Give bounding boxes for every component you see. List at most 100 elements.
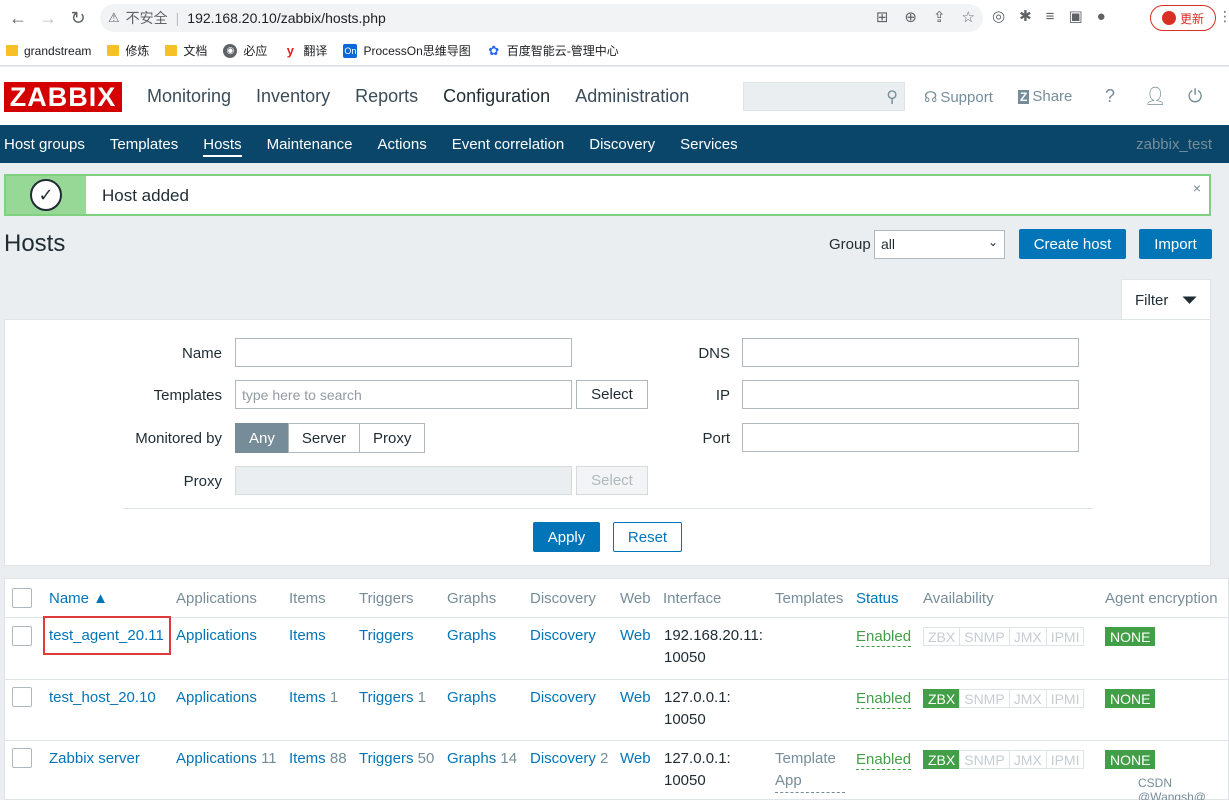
jmx-badge: JMX: [1008, 750, 1047, 769]
discovery-link[interactable]: Discovery: [530, 687, 596, 709]
items-count: 1: [329, 689, 339, 706]
bookmark-item[interactable]: 修炼: [107, 42, 149, 59]
forward-icon[interactable]: →: [36, 6, 60, 30]
graphs-link[interactable]: Graphs: [447, 625, 496, 647]
bookmark-star-icon[interactable]: ☆: [962, 8, 975, 26]
update-button[interactable]: 更新: [1150, 5, 1216, 31]
ip-input[interactable]: [742, 380, 1079, 409]
media-icon[interactable]: ≡: [1046, 8, 1055, 25]
monitored-any-option[interactable]: Any: [235, 423, 289, 453]
help-icon[interactable]: ?: [1105, 86, 1115, 107]
bookmark-item[interactable]: On ProcessOn思维导图: [343, 42, 471, 59]
host-name-link[interactable]: Zabbix server: [49, 748, 140, 770]
bookmark-item[interactable]: ◉ 必应: [223, 42, 267, 59]
bookmark-item[interactable]: ✿ 百度智能云-管理中心: [486, 42, 619, 59]
subnav-actions[interactable]: Actions: [374, 125, 427, 163]
zoom-icon[interactable]: ⊕: [904, 8, 917, 26]
create-host-button[interactable]: Create host: [1019, 229, 1126, 259]
profile-icon[interactable]: ●: [1097, 8, 1106, 25]
header-status[interactable]: Status: [856, 590, 899, 607]
success-icon-box: ✓: [6, 176, 86, 214]
row-checkbox[interactable]: [12, 748, 32, 768]
support-link[interactable]: ☊ Support: [924, 88, 993, 107]
triggers-link[interactable]: Triggers 1: [359, 687, 426, 709]
share-link[interactable]: Z Share: [1018, 88, 1072, 105]
status-toggle[interactable]: Enabled: [856, 628, 912, 647]
close-icon[interactable]: ×: [1193, 180, 1201, 196]
applications-link[interactable]: Applications: [176, 625, 257, 647]
nav-administration[interactable]: Administration: [575, 86, 689, 107]
encryption-badge: NONE: [1105, 627, 1156, 646]
bookmark-item[interactable]: y 翻译: [283, 42, 327, 59]
availability-badges: ZBX SNMP JMX IPMI: [923, 689, 1085, 708]
user-profile-icon[interactable]: 👤︎: [1144, 86, 1167, 107]
status-toggle[interactable]: Enabled: [856, 690, 912, 709]
status-toggle[interactable]: Enabled: [856, 751, 912, 770]
share-label: Share: [1032, 88, 1073, 105]
subnav-maintenance[interactable]: Maintenance: [263, 125, 353, 163]
row-checkbox[interactable]: [12, 626, 32, 646]
dns-input[interactable]: [742, 338, 1079, 367]
subnav-event-correlation[interactable]: Event correlation: [448, 125, 565, 163]
nav-reports[interactable]: Reports: [355, 86, 418, 107]
zabbix-logo[interactable]: ZABBIX: [4, 82, 122, 112]
items-link[interactable]: Items 1: [289, 687, 338, 709]
templates-select-button[interactable]: Select: [576, 380, 648, 409]
subnav-services[interactable]: Services: [676, 125, 738, 163]
monitored-proxy-option[interactable]: Proxy: [359, 423, 426, 453]
select-all-checkbox[interactable]: [12, 588, 32, 608]
monitored-server-option[interactable]: Server: [287, 423, 361, 453]
link-label: Graphs: [447, 750, 497, 767]
nav-inventory[interactable]: Inventory: [256, 86, 330, 107]
web-link[interactable]: Web: [620, 748, 651, 770]
web-link[interactable]: Web: [620, 625, 651, 647]
web-link[interactable]: Web: [620, 687, 651, 709]
templates-input[interactable]: type here to search: [235, 380, 572, 409]
extensions-icon[interactable]: ✱: [1019, 7, 1032, 25]
bookmark-item[interactable]: grandstream: [6, 44, 91, 58]
host-name-link[interactable]: test_host_20.10: [49, 687, 156, 709]
logout-icon[interactable]: ⏻: [1188, 86, 1202, 107]
share-page-icon[interactable]: ⇪: [933, 8, 946, 26]
applications-link[interactable]: Applications: [176, 687, 257, 709]
sidebar-icon[interactable]: ▣: [1068, 7, 1082, 25]
subnav-discovery[interactable]: Discovery: [585, 125, 655, 163]
subnav-host-groups[interactable]: Host groups: [0, 125, 85, 163]
linked-template[interactable]: Template App: [775, 748, 845, 793]
discovery-link[interactable]: Discovery: [530, 625, 596, 647]
discovery-link[interactable]: Discovery 2: [530, 748, 608, 770]
url-separator: |: [175, 10, 180, 26]
row-divider: [5, 679, 1228, 680]
port-input[interactable]: [742, 423, 1079, 452]
applications-link[interactable]: Applications 11: [176, 748, 277, 770]
nav-monitoring[interactable]: Monitoring: [147, 86, 231, 107]
apply-button[interactable]: Apply: [533, 522, 600, 552]
reset-button[interactable]: Reset: [613, 522, 682, 552]
reload-icon[interactable]: ↻: [66, 6, 90, 30]
headset-icon: ☊: [924, 89, 938, 106]
address-bar[interactable]: ⚠ 不安全 | 192.168.20.10/zabbix/hosts.php ⊞…: [100, 4, 983, 32]
triggers-link[interactable]: Triggers 50: [359, 748, 434, 770]
filter-tab[interactable]: Filter ⏷: [1121, 279, 1211, 320]
translate-icon[interactable]: ⊞: [876, 8, 889, 26]
bookmark-item[interactable]: 文档: [165, 42, 207, 59]
group-select[interactable]: all ⌄: [874, 230, 1005, 259]
back-icon[interactable]: ←: [6, 6, 30, 30]
subnav-hosts[interactable]: Hosts: [199, 125, 242, 163]
import-button[interactable]: Import: [1139, 229, 1212, 259]
items-link[interactable]: Items: [289, 625, 326, 647]
triggers-link[interactable]: Triggers: [359, 625, 413, 647]
browser-menu-icon[interactable]: ⋮: [1218, 8, 1229, 25]
graphs-link[interactable]: Graphs 14: [447, 748, 517, 770]
subnav-templates[interactable]: Templates: [106, 125, 178, 163]
record-icon[interactable]: ◎: [992, 7, 1005, 25]
graphs-link[interactable]: Graphs: [447, 687, 496, 709]
interface-port: 10050: [664, 711, 706, 728]
header-name[interactable]: Name ▲: [49, 590, 108, 607]
search-input[interactable]: ⚲: [743, 82, 905, 111]
search-icon[interactable]: ⚲: [886, 87, 898, 107]
items-link[interactable]: Items 88: [289, 748, 347, 770]
nav-configuration[interactable]: Configuration: [443, 86, 550, 107]
name-input[interactable]: [235, 338, 572, 367]
row-checkbox[interactable]: [12, 687, 32, 707]
